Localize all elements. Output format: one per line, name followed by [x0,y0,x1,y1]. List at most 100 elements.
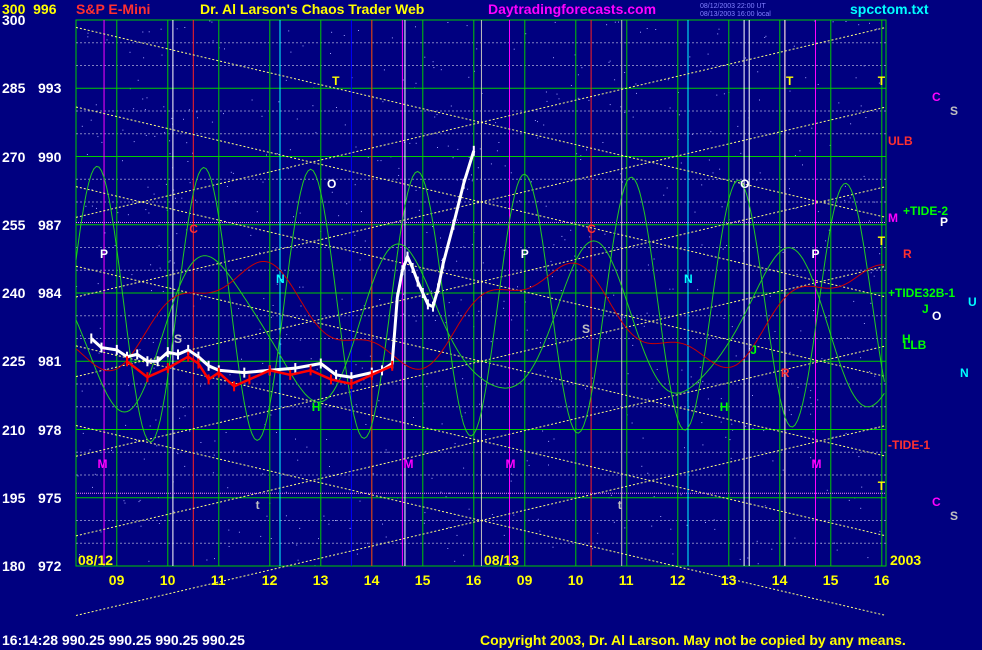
star-dot [705,522,706,523]
star-dot [858,24,860,26]
star-dot [256,211,258,213]
x-axis-hour-label: 14 [363,572,380,588]
star-dot [832,21,834,23]
star-dot [680,494,682,496]
year-label: 2003 [890,552,922,568]
star-dot [206,559,208,561]
planet-letter-label: M [403,456,414,471]
star-dot [142,98,144,100]
star-dot [137,79,139,81]
star-dot [164,132,166,134]
star-dot [373,134,375,136]
star-dot [774,331,776,332]
planet-letter-label: N [684,272,693,287]
star-dot [457,312,459,314]
planet-letter-label: t [617,497,622,512]
star-dot [680,162,682,164]
planet-letter-label: T [877,233,886,248]
star-dot [620,173,622,175]
star-dot [450,105,452,107]
star-dot [174,197,176,199]
header-site-link[interactable]: Daytradingforecasts.com [488,1,656,17]
star-dot [759,99,760,101]
star-dot [183,118,184,120]
star-dot [369,355,371,357]
y-axis-left-label: 180 [2,558,26,574]
star-dot [447,22,449,23]
star-dot [434,320,436,321]
star-dot [238,531,240,533]
star-dot [510,172,512,174]
star-dot [213,454,215,456]
x-axis-hour-label: 09 [516,572,533,588]
star-dot [169,260,171,262]
y-axis-left-label: 195 [2,489,26,506]
star-dot [343,35,345,36]
far-right-letter-label: P [940,215,949,230]
star-dot [844,185,846,187]
star-dot [821,358,823,360]
star-dot [300,305,302,307]
date-label: 08/12 [78,552,114,568]
star-dot [863,323,865,324]
star-dot [424,512,426,514]
star-dot [511,319,513,321]
star-dot [799,150,801,152]
flux-line-label: ULB [888,133,913,148]
star-dot [722,248,724,250]
star-dot [476,48,478,50]
star-dot [788,409,790,411]
star-dot [585,388,586,390]
star-dot [212,40,214,42]
star-dot [200,298,201,300]
star-dot [338,215,340,217]
star-dot [490,163,492,165]
star-dot [592,548,594,550]
star-dot [81,390,83,392]
planet-letter-label: t [255,497,260,512]
far-right-letter-label: S [950,508,959,523]
star-dot [756,540,758,542]
star-dot [145,209,147,211]
flux-line-label: M [888,210,898,225]
star-dot [449,492,450,494]
star-dot [86,154,88,155]
star-dot [720,421,722,423]
star-dot [87,36,89,38]
star-dot [359,259,361,261]
star-dot [316,368,318,370]
star-dot [127,214,129,216]
y-axis-price-label: 975 [38,489,62,506]
x-axis-hour-label: 10 [567,572,584,588]
planet-letter-label: T [877,74,886,89]
star-dot [262,362,264,364]
star-dot [355,146,357,148]
star-dot [139,349,141,351]
star-dot [266,154,267,156]
star-dot [117,212,119,214]
star-dot [336,107,337,108]
y-axis-price-label: 987 [38,216,62,233]
star-dot [447,145,449,147]
star-dot [360,211,362,213]
far-right-letter-label: S [950,104,959,118]
star-dot [90,119,92,121]
star-dot [468,508,470,510]
star-dot [423,402,425,404]
star-dot [789,90,791,92]
star-dot [561,235,563,237]
star-dot [542,430,544,432]
star-dot [745,425,747,427]
timestamp-line-1: 08/12/2003 22:00 UT [700,3,766,10]
star-dot [466,25,468,27]
star-dot [491,514,493,515]
star-dot [234,201,236,203]
star-dot [870,272,872,274]
star-dot [810,403,812,405]
planet-letter-label: H [311,399,321,414]
star-dot [288,30,290,32]
star-dot [173,510,175,512]
star-dot [358,30,359,31]
star-dot [602,142,604,143]
star-dot [874,201,876,203]
